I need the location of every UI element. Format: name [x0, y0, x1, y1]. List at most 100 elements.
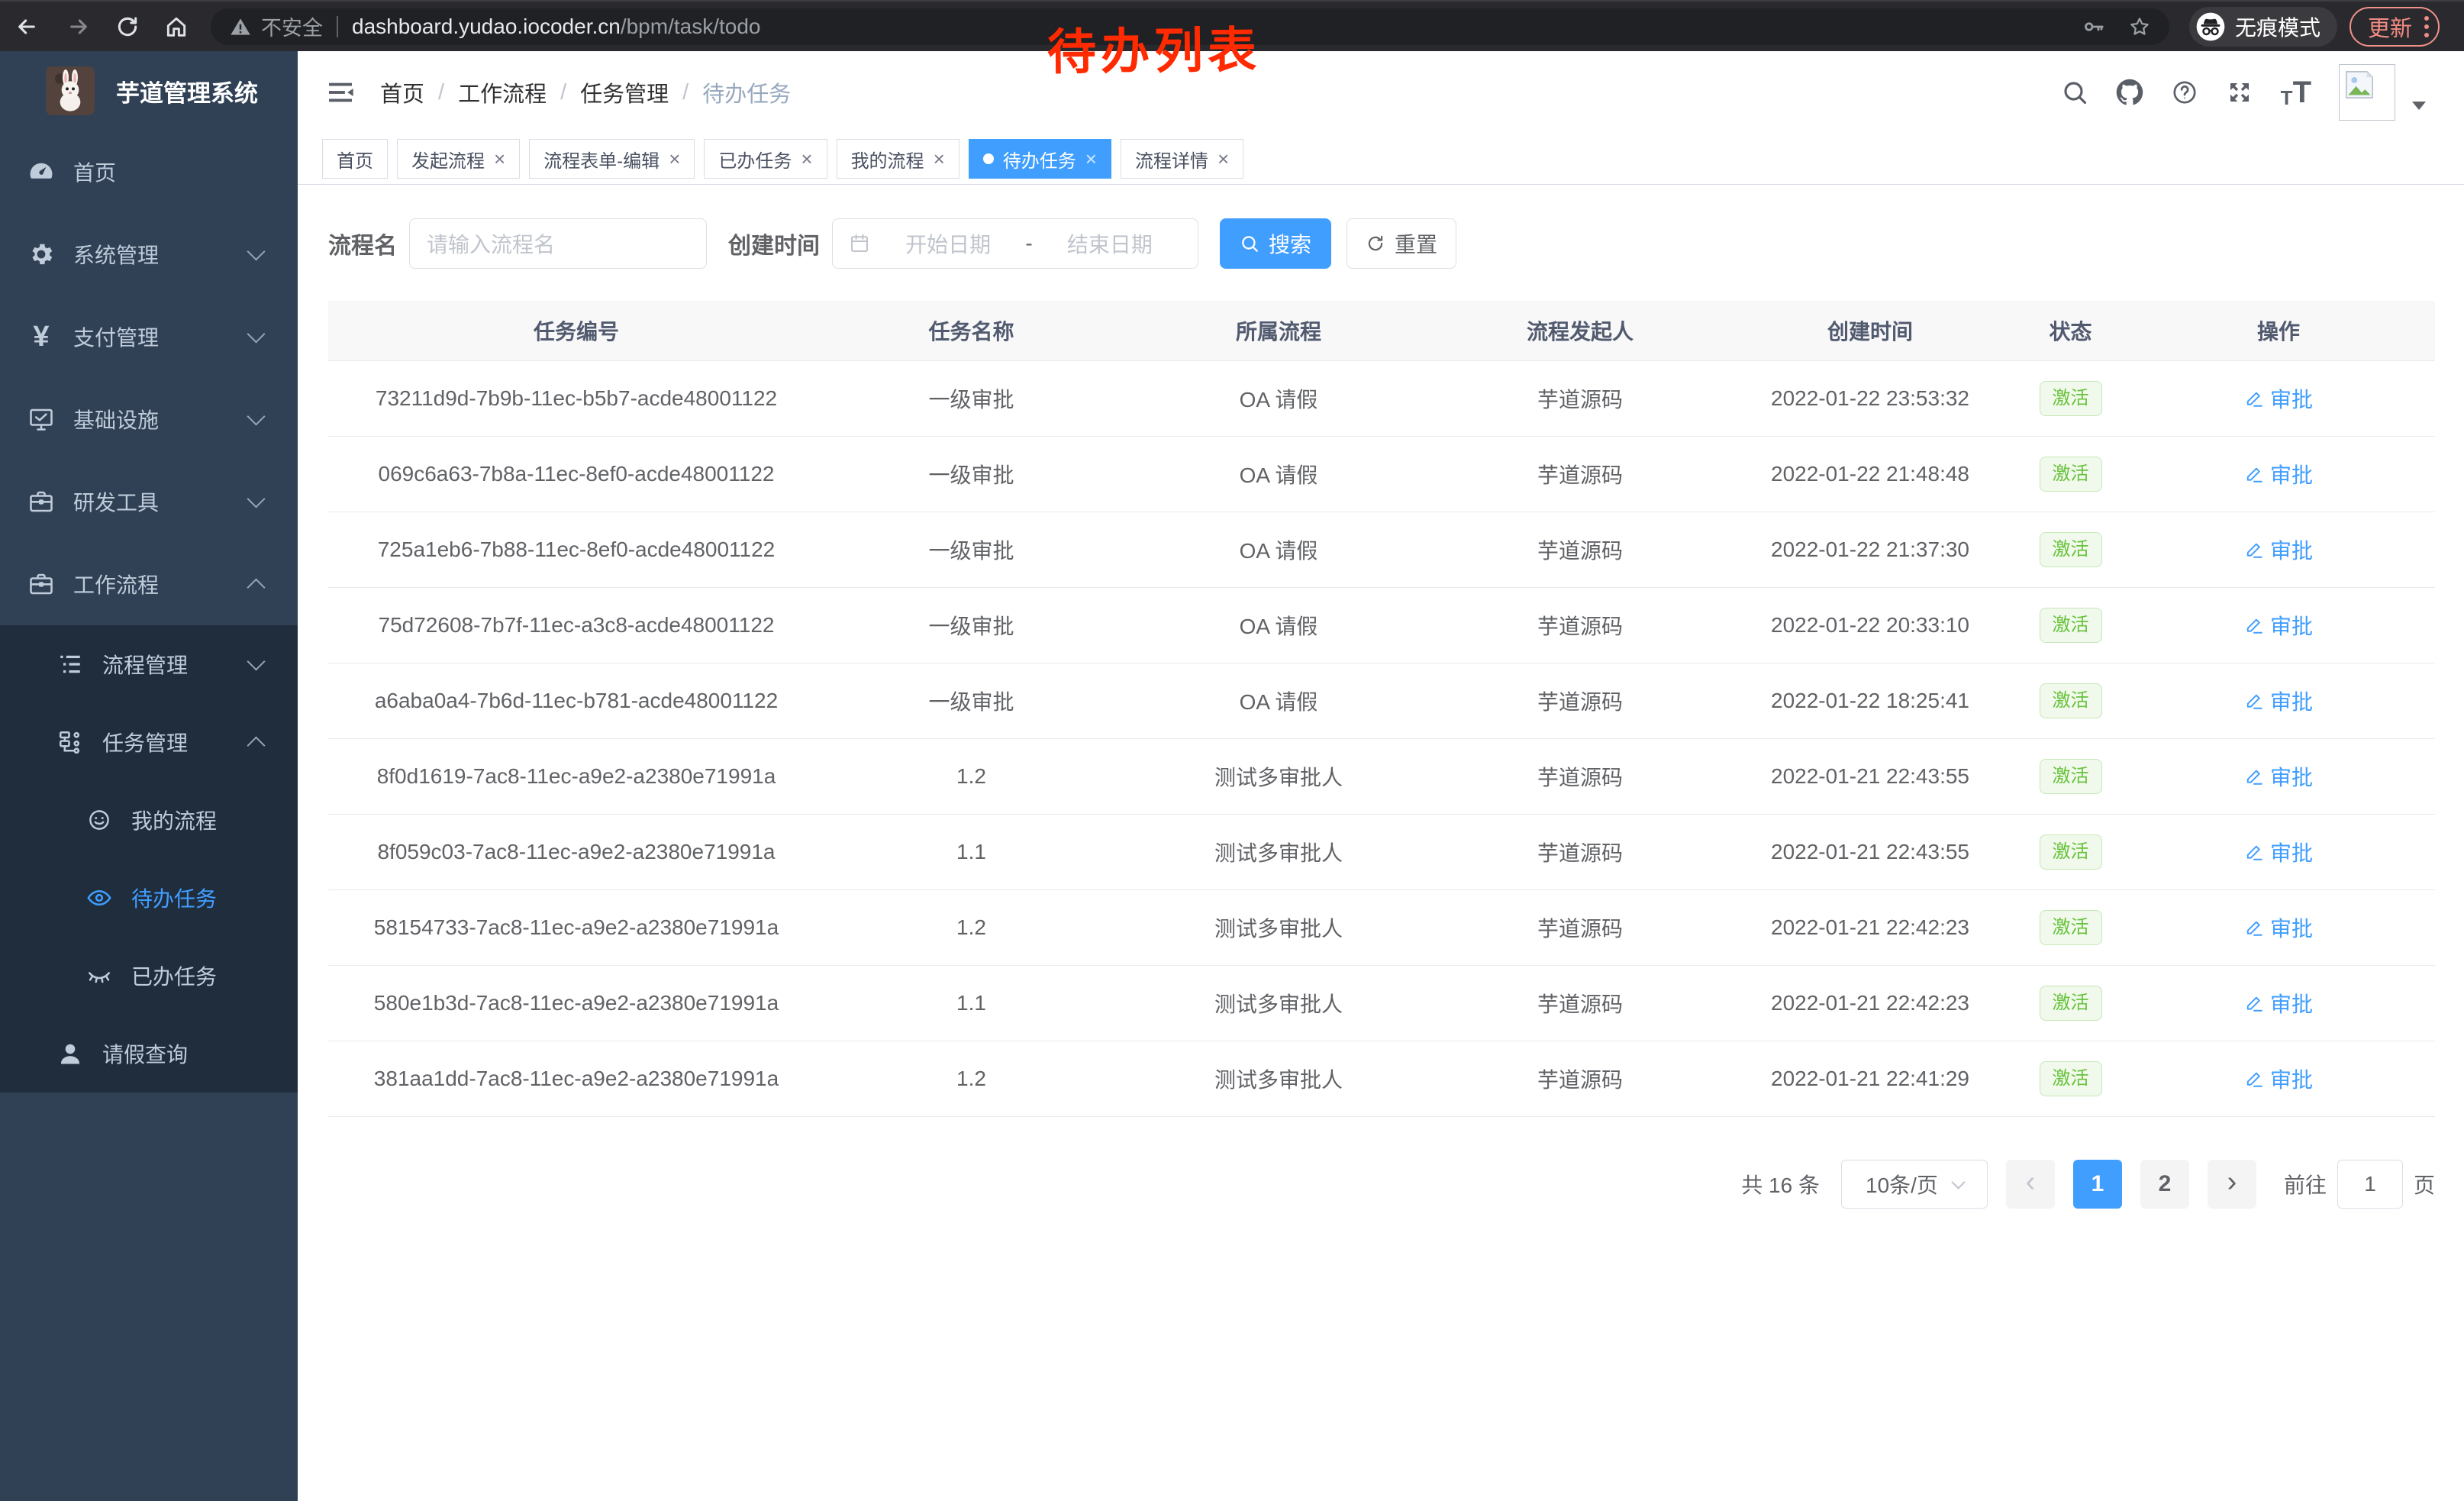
- approve-link[interactable]: 审批: [2244, 761, 2313, 792]
- workflow-icon: [55, 728, 85, 756]
- chevron-down-icon: [247, 324, 265, 343]
- browser-home-icon[interactable]: [159, 9, 194, 44]
- close-icon[interactable]: ×: [1085, 149, 1097, 169]
- task-name-cell: 一级审批: [824, 512, 1118, 588]
- breadcrumb-item[interactable]: 首页/: [380, 76, 458, 108]
- browser-back-icon[interactable]: [9, 9, 44, 44]
- created-cell: 2022-01-22 23:53:32: [1721, 361, 2019, 437]
- process-name-input[interactable]: 请输入流程名: [409, 218, 707, 269]
- close-icon[interactable]: ×: [1217, 149, 1229, 169]
- close-icon[interactable]: ×: [669, 149, 680, 169]
- prev-page-button[interactable]: ‹: [2006, 1160, 2055, 1209]
- breadcrumb-item[interactable]: 待办任务/: [702, 76, 791, 108]
- next-page-button[interactable]: ›: [2208, 1160, 2256, 1209]
- chevron-up-icon: [247, 736, 265, 754]
- tag-tab[interactable]: 待办任务 ×: [969, 139, 1111, 179]
- sidebar-item[interactable]: 首页: [0, 131, 298, 213]
- approve-link[interactable]: 审批: [2244, 1064, 2313, 1094]
- navbar-icon[interactable]: [2061, 79, 2088, 106]
- sidebar-item[interactable]: 系统管理: [0, 213, 298, 295]
- browser-forward-icon[interactable]: [61, 9, 96, 44]
- sidebar-logo-row[interactable]: 芋道管理系统: [0, 51, 298, 131]
- edit-icon: [2244, 389, 2264, 408]
- yen-icon: ¥: [26, 322, 56, 351]
- edit-icon: [2244, 1069, 2264, 1089]
- process-cell: OA 请假: [1118, 361, 1439, 437]
- task-id-cell: 381aa1dd-7ac8-11ec-a9e2-a2380e71991a: [328, 1041, 824, 1117]
- approve-link[interactable]: 审批: [2244, 837, 2313, 867]
- task-id-cell: 8f059c03-7ac8-11ec-a9e2-a2380e71991a: [328, 815, 824, 890]
- reset-button[interactable]: 重置: [1346, 218, 1456, 269]
- github-icon: [2116, 79, 2143, 106]
- sidebar-item[interactable]: 待办任务: [0, 859, 298, 937]
- key-icon[interactable]: [2082, 15, 2105, 38]
- task-name-cell: 1.1: [824, 815, 1118, 890]
- page-size-select[interactable]: 10条/页: [1841, 1160, 1988, 1209]
- navbar-icon[interactable]: TT: [2281, 77, 2311, 108]
- range-separator: -: [1021, 231, 1037, 256]
- tag-tab[interactable]: 已办任务 ×: [704, 139, 827, 179]
- approve-link[interactable]: 审批: [2244, 534, 2313, 565]
- page-number-button[interactable]: 1: [2073, 1160, 2122, 1209]
- navbar-icon[interactable]: [2226, 79, 2253, 106]
- tag-tab[interactable]: 流程表单-编辑 ×: [529, 139, 695, 179]
- sidebar-item[interactable]: 研发工具: [0, 460, 298, 543]
- sidebar-item-label: 流程管理: [102, 649, 188, 679]
- created-cell: 2022-01-21 22:43:55: [1721, 815, 2019, 890]
- navbar-icon[interactable]: [2116, 79, 2143, 106]
- close-icon[interactable]: ×: [934, 149, 945, 169]
- status-badge: 激活: [2040, 381, 2102, 416]
- sidebar-item-label: 首页: [73, 157, 116, 187]
- avatar[interactable]: [2339, 64, 2395, 121]
- tag-tab[interactable]: 首页: [322, 139, 388, 179]
- close-icon[interactable]: ×: [494, 149, 505, 169]
- chevron-down-icon: [247, 242, 265, 260]
- search-button[interactable]: 搜索: [1220, 218, 1331, 269]
- approve-link[interactable]: 审批: [2244, 686, 2313, 716]
- sidebar-item[interactable]: 基础设施: [0, 378, 298, 460]
- approve-link[interactable]: 审批: [2244, 459, 2313, 489]
- page-number-button[interactable]: 2: [2140, 1160, 2189, 1209]
- update-button[interactable]: 更新: [2350, 7, 2440, 47]
- sidebar-item-label: 请假查询: [102, 1038, 188, 1069]
- table-header-cell: 任务名称: [824, 301, 1118, 361]
- search-form: 流程名 请输入流程名 创建时间 开始日期 - 结束日期 搜索 重置: [328, 218, 2435, 269]
- status-badge: 激活: [2040, 683, 2102, 718]
- approve-link[interactable]: 审批: [2244, 383, 2313, 414]
- goto-page-input[interactable]: 1: [2337, 1160, 2403, 1209]
- refresh-icon: [1366, 234, 1385, 253]
- sidebar-item[interactable]: 流程管理: [0, 625, 298, 703]
- smiley-icon: [84, 807, 114, 833]
- approve-link[interactable]: 审批: [2244, 988, 2313, 1018]
- approve-link[interactable]: 审批: [2244, 912, 2313, 943]
- navbar-icon[interactable]: [2171, 79, 2198, 106]
- sidebar-item[interactable]: 任务管理: [0, 703, 298, 781]
- chevron-down-icon: [247, 489, 265, 508]
- sidebar-item[interactable]: 我的流程: [0, 781, 298, 859]
- sidebar-item[interactable]: ¥ 支付管理: [0, 295, 298, 378]
- status-badge: 激活: [2040, 532, 2102, 567]
- close-icon[interactable]: ×: [801, 149, 812, 169]
- sidebar-item[interactable]: 工作流程: [0, 543, 298, 625]
- browser-menu-icon[interactable]: [2424, 16, 2429, 37]
- tag-tab[interactable]: 我的流程 ×: [837, 139, 959, 179]
- table-row: 381aa1dd-7ac8-11ec-a9e2-a2380e71991a 1.2…: [328, 1041, 2435, 1117]
- breadcrumb-item[interactable]: 任务管理/: [580, 76, 702, 108]
- sidebar-toggle-icon[interactable]: [325, 77, 356, 108]
- sidebar-item[interactable]: 请假查询: [0, 1015, 298, 1093]
- start-date-placeholder: 开始日期: [876, 228, 1021, 259]
- approve-link[interactable]: 审批: [2244, 610, 2313, 641]
- warning-icon: [229, 15, 252, 38]
- task-id-cell: a6aba0a4-7b6d-11ec-b781-acde48001122: [328, 663, 824, 739]
- breadcrumb-item[interactable]: 工作流程/: [458, 76, 580, 108]
- sidebar-item-label: 研发工具: [73, 486, 159, 517]
- sidebar-item[interactable]: 已办任务: [0, 937, 298, 1015]
- tab-label: 待办任务: [1003, 146, 1076, 173]
- browser-reload-icon[interactable]: [110, 9, 145, 44]
- tag-tab[interactable]: 发起流程 ×: [397, 139, 520, 179]
- star-icon[interactable]: [2128, 15, 2151, 38]
- tag-tab[interactable]: 流程详情 ×: [1121, 139, 1243, 179]
- avatar-caret-icon[interactable]: [2412, 102, 2426, 110]
- briefcase-icon: [26, 570, 56, 598]
- date-range-input[interactable]: 开始日期 - 结束日期: [832, 218, 1198, 269]
